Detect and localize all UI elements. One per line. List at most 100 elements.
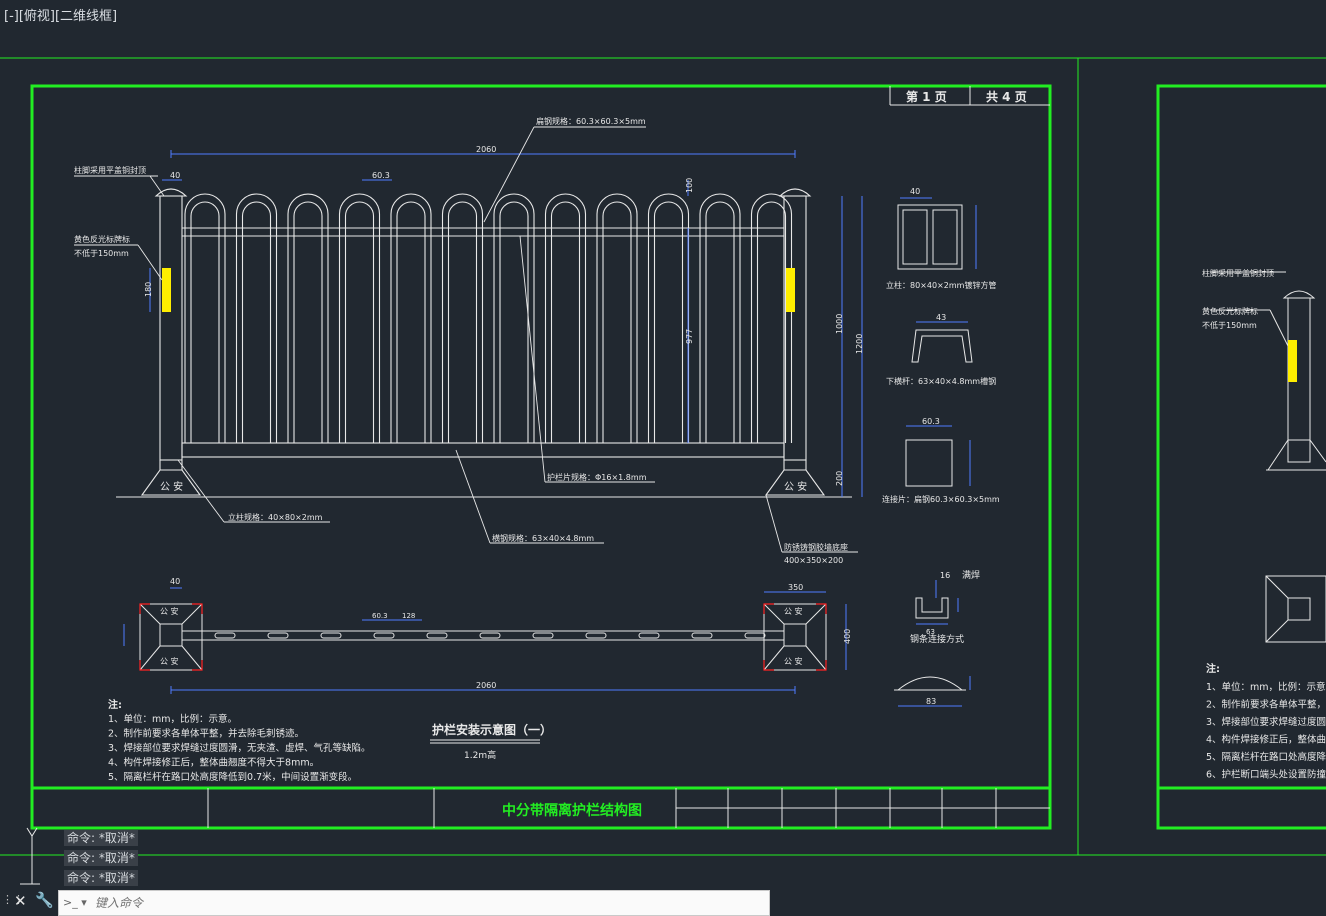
sheet2-note-item: 1、单位：mm，比例：示意。 [1206,681,1326,693]
plan-view [139,603,827,671]
plan-base-left-bot: 公 安 [160,656,179,666]
sheet2-note-item: 2、制作前要求各单体平整， [1206,699,1326,711]
command-prompt-icon[interactable]: >_ ▾ [63,896,87,909]
plan-slot [373,632,395,639]
command-bar: ⋮⋮ ✕ 🔧 >_ ▾ [0,888,770,916]
sheet2-note-item: 3、焊接部位要求焊缝过度圆 [1206,716,1326,728]
sec-a-label: 立柱：80×40×2mm镀锌方管 [886,280,996,290]
wrench-icon[interactable]: 🔧 [35,891,54,909]
label-reflector: 黄色反光标牌标 [74,234,130,244]
sec-d-label: 钢条连接方式 [910,633,964,645]
plan-slot [638,632,660,639]
label-reflector-min: 不低于150mm [74,248,129,258]
command-input-box[interactable]: >_ ▾ [58,890,770,916]
fence-arch-inner [344,201,375,443]
fence-arch-inner [293,201,323,443]
page-total: 共 4 页 [986,89,1027,104]
fence-arch-inner [602,201,632,443]
plan-slot [320,632,342,639]
sec-c-label: 连接片：扁钢60.3×60.3×5mm [882,494,1000,504]
dim-spacing: 60.3 [372,171,390,180]
drawing-canvas[interactable]: 第 1 页 共 4 页 中分带隔离护栏结构图 公 安 公 安 2060 60.3… [0,0,1326,916]
ucs-icon [20,827,40,885]
label-bottom-rail: 横钢规格：63×40×4.8mm [492,533,594,543]
plan-dim-350: 350 [788,583,803,592]
note-item: 1、单位：mm，比例：示意。 [108,713,237,725]
fence-arch-inner [756,201,787,443]
dim-1000: 1000 [835,314,844,334]
sec-d-dim: 16 [940,571,950,580]
label-base-spec: 防锈铸钢胶墙底座 [784,542,848,552]
fence-arch-inner [396,201,426,443]
sec-b-label: 下横杆：63×40×4.8mm槽钢 [886,376,996,386]
fence-arch-inner [447,201,478,443]
plan-base-left-top: 公 安 [160,606,179,616]
label-top-rail: 扁钢规格：60.3×60.3×5mm [536,116,646,126]
dim-977: 977 [685,329,694,344]
plan-holes [214,632,766,639]
note-item: 3、焊接部位要求焊缝过度圆滑，无夹渣、虚焊、气孔等缺陷。 [108,742,371,754]
plan-dim-total: 2060 [476,681,496,690]
plan-slot [267,632,289,639]
fence-arch-inner [653,201,684,443]
plan-dim-40: 40 [170,577,180,586]
plan-slot [532,632,554,639]
sec-e-dim: 83 [926,697,936,706]
dim-1200: 1200 [855,334,864,354]
notes-list: 1、单位：mm，比例：示意。 2、制作前要求各单体平整，并去除毛刺锈迹。 3、焊接部… [108,713,371,783]
section-details [894,204,973,691]
label-post-spec: 立柱规格：40×80×2mm [228,512,323,522]
base-label-right: 公 安 [784,480,807,493]
dim-total-len: 2060 [476,145,496,154]
fence-arch-inner [241,201,272,443]
plan-dim-128: 128 [402,612,415,620]
sheet2-note-item: 5、隔离栏杆在路口处高度降 [1206,751,1326,763]
sheet2-label-reflector-min: 不低于150mm [1202,320,1257,330]
sheet2-note-item: 4、构件焊接修正后，整体曲 [1206,734,1326,746]
dim-post-w: 40 [170,171,180,180]
fence-arches [184,193,793,443]
notes-heading: 注: [108,698,122,711]
command-input[interactable] [93,893,757,913]
command-history-line-3: 命令: *取消* [64,870,138,886]
sheet2-note-item: 6、护栏断口端头处设置防撞 [1206,769,1326,781]
base-label-left: 公 安 [160,480,183,493]
sheet2-label-post-cap: 柱脚采用平盖铜封顶 [1202,268,1274,278]
command-history-line-2: 命令: *取消* [64,850,138,866]
figure-title: 护栏安装示意图（一） [432,722,552,737]
close-icon[interactable]: ✕ [14,892,27,910]
sheet2-notes-list: 1、单位：mm，比例：示意。 2、制作前要求各单体平整， 3、焊接部位要求焊缝过度圆… [1206,681,1326,781]
label-fence-spec: 护栏片规格：Φ16×1.8mm [547,472,647,482]
command-history-line-1: 命令: *取消* [64,830,138,846]
dim-180: 180 [144,282,153,297]
note-item: 2、制作前要求各单体平整，并去除毛刺锈迹。 [108,728,304,740]
reflector-left [162,268,171,312]
sec-c-dim: 60.3 [922,417,940,426]
sec-d-weld: 满焊 [962,569,980,581]
plan-dim-spacing: 60.3 [372,612,388,620]
fence-arch-inner [550,201,581,443]
plan-slot [426,632,448,639]
plan-slot [479,632,501,639]
plan-base-right-top: 公 安 [784,606,803,616]
page-number: 第 1 页 [906,89,947,104]
sheet2-label-reflector: 黄色反光标牌标 [1202,306,1258,316]
sec-a-dim: 40 [910,187,920,196]
reflector-right [786,268,795,312]
fence-arch-inner [705,201,735,443]
plan-dim-400: 400 [843,629,852,644]
plan-base-right-bot: 公 安 [784,656,803,666]
plan-slot [744,632,766,639]
label-base-size: 400×350×200 [784,556,843,565]
note-item: 4、构件焊接修正后，整体曲翘度不得大于8mm。 [108,757,319,769]
plan-slot [214,632,236,639]
plan-corners [139,603,827,671]
sheet2-notes-heading: 注: [1206,662,1220,675]
grip-handle[interactable]: ⋮⋮ [2,893,24,909]
plan-slot [691,632,713,639]
figure-subtitle: 1.2m高 [464,749,496,761]
section-dimensions [898,197,977,707]
fence-arch-inner [499,201,529,443]
fence-elevation [116,188,852,498]
label-post-cap: 柱脚采用平盖铜封顶 [74,165,146,175]
